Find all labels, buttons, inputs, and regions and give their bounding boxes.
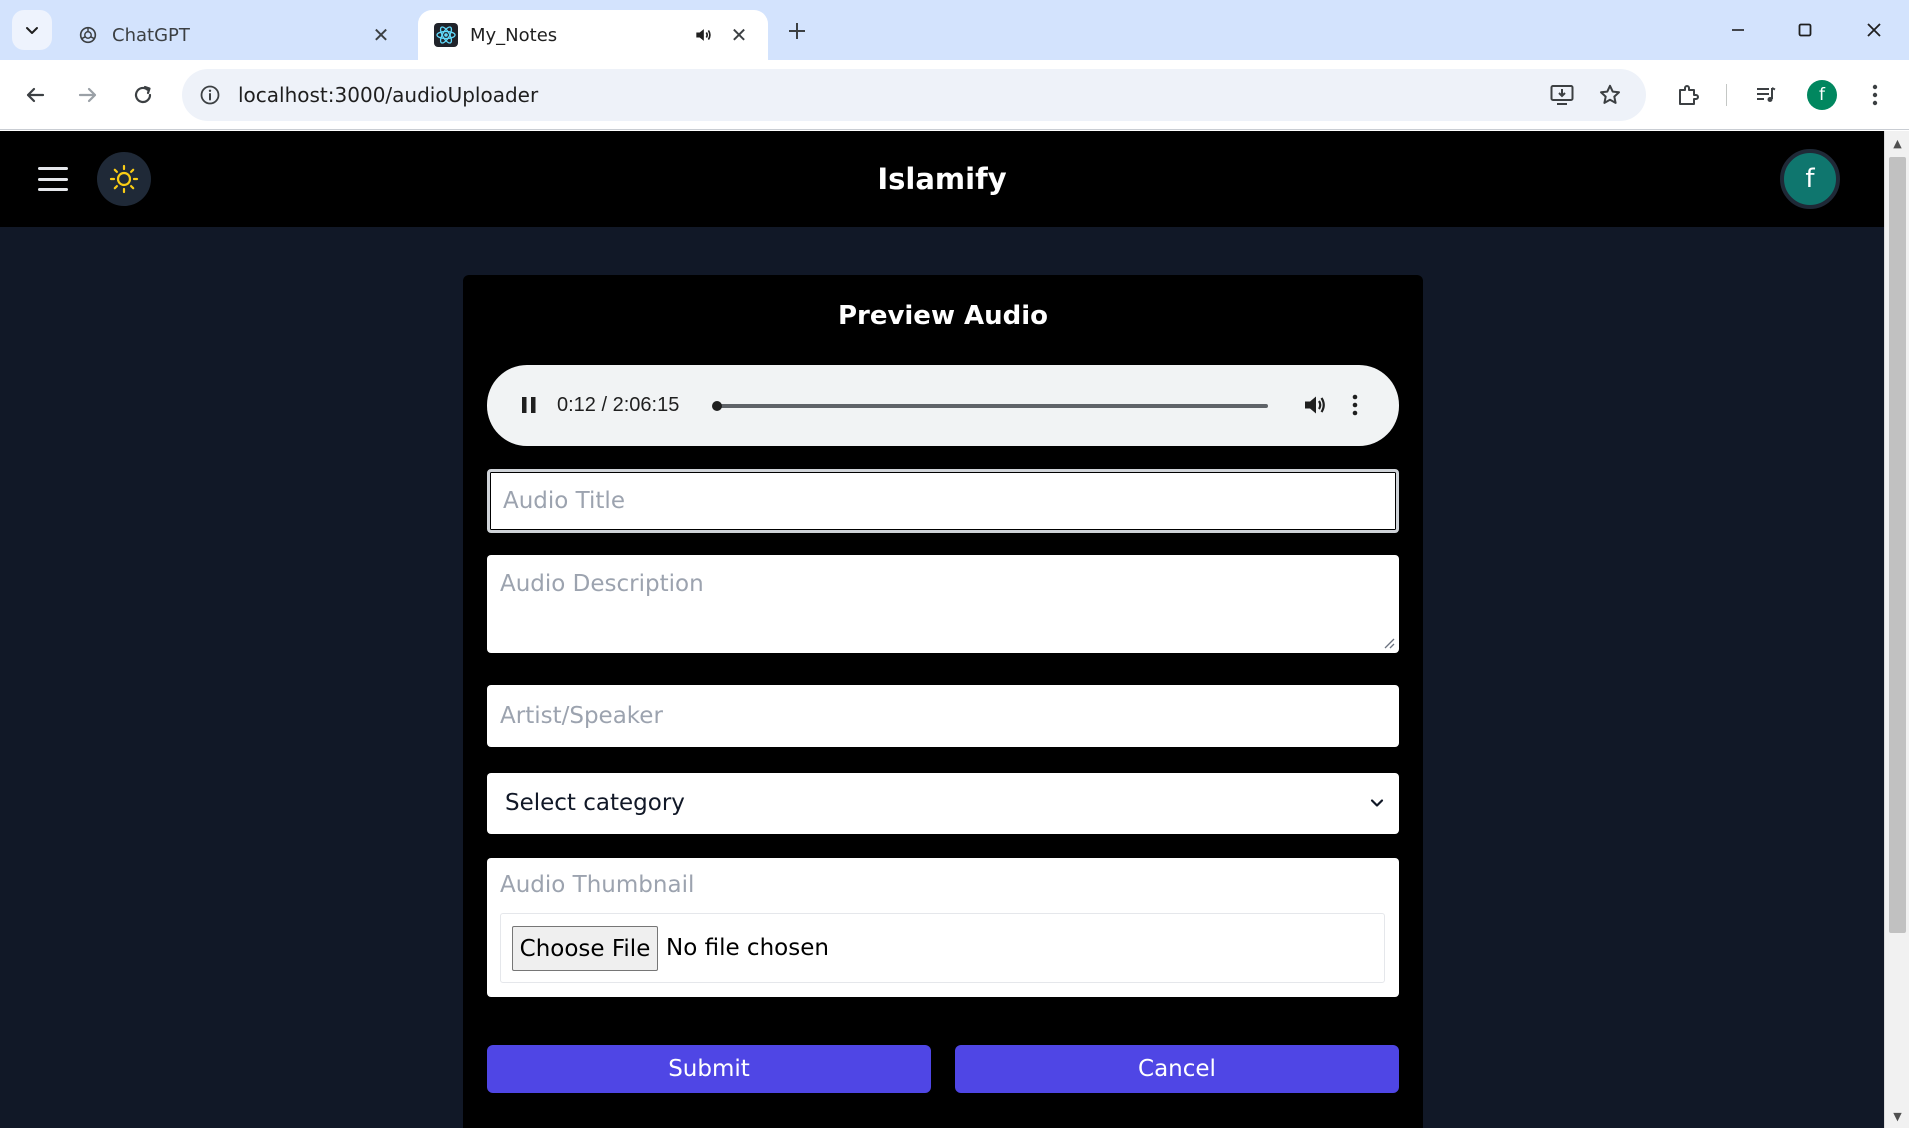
user-avatar[interactable]: f	[1780, 149, 1840, 209]
tab-title: ChatGPT	[112, 24, 190, 46]
page-viewport: Islamify f Preview Audio 0:12 / 2:06:15	[0, 131, 1884, 1128]
url-text[interactable]: localhost:3000/audioUploader	[238, 69, 538, 121]
scroll-up-arrow-icon[interactable]: ▲	[1885, 133, 1909, 153]
menu-icon[interactable]	[34, 161, 72, 197]
app-header: Islamify f	[0, 131, 1884, 227]
new-tab-button[interactable]	[780, 14, 814, 48]
tab-title: My_Notes	[470, 24, 558, 46]
tab-strip: ChatGPT ✕ My_Notes ✕	[0, 0, 1909, 60]
tab-audio-icon[interactable]	[690, 22, 716, 48]
reload-button[interactable]	[123, 75, 163, 115]
app-brand-title: Islamify	[877, 162, 1007, 196]
reload-icon	[134, 85, 152, 104]
close-window-button[interactable]	[1846, 10, 1902, 50]
choose-file-button[interactable]: Choose File	[512, 926, 658, 971]
form-title: Preview Audio	[837, 301, 1049, 331]
thumbnail-file-input[interactable]: Choose File No file chosen	[500, 913, 1385, 983]
volume-button[interactable]	[1297, 387, 1333, 423]
category-selected-value: Select category	[505, 790, 685, 816]
close-icon[interactable]: ✕	[726, 22, 752, 48]
close-icon	[1867, 23, 1881, 37]
bookmark-star-icon[interactable]	[1596, 81, 1624, 109]
theme-toggle-button[interactable]	[97, 152, 151, 206]
arrow-right-icon	[78, 87, 97, 103]
minimize-icon	[1732, 29, 1744, 31]
resize-handle-icon[interactable]	[1381, 635, 1395, 649]
back-button[interactable]	[15, 75, 55, 115]
pause-button[interactable]	[511, 387, 547, 423]
react-icon	[434, 23, 458, 47]
chatgpt-icon	[76, 23, 100, 47]
sun-icon	[109, 164, 139, 194]
install-app-icon[interactable]	[1548, 81, 1576, 109]
address-bar[interactable]: localhost:3000/audioUploader	[182, 69, 1646, 121]
browser-toolbar: localhost:3000/audioUploader f	[0, 60, 1909, 130]
plus-icon	[789, 23, 805, 39]
audio-seek-thumb[interactable]	[712, 401, 722, 411]
arrow-left-icon	[26, 87, 45, 103]
audio-thumbnail-field: Audio Thumbnail Choose File No file chos…	[487, 858, 1399, 997]
audio-upload-form: Preview Audio 0:12 / 2:06:15 Audio Title…	[463, 275, 1423, 1128]
browser-chrome: ChatGPT ✕ My_Notes ✕ localhost:3000/audi…	[0, 0, 1909, 130]
extensions-icon[interactable]	[1668, 75, 1708, 115]
browser-menu-icon[interactable]	[1855, 75, 1895, 115]
chevron-down-icon	[1365, 791, 1389, 815]
maximize-icon	[1798, 23, 1812, 37]
artist-speaker-input[interactable]	[487, 685, 1399, 747]
audio-time: 0:12 / 2:06:15	[557, 394, 680, 416]
audio-description-input[interactable]	[487, 555, 1399, 653]
category-select[interactable]: Select category	[487, 773, 1399, 834]
audio-title-input[interactable]	[487, 469, 1399, 533]
chevron-down-icon	[26, 27, 38, 34]
tab-my-notes[interactable]: My_Notes ✕	[418, 10, 768, 60]
scrollbar-thumb[interactable]	[1889, 157, 1906, 933]
more-vertical-icon	[1352, 394, 1358, 416]
thumbnail-label: Audio Thumbnail	[500, 872, 695, 898]
maximize-button[interactable]	[1777, 10, 1833, 50]
scroll-down-arrow-icon[interactable]: ▼	[1885, 1106, 1909, 1126]
browser-profile-avatar[interactable]: f	[1807, 80, 1837, 110]
minimize-button[interactable]	[1710, 10, 1766, 50]
tab-search-button[interactable]	[12, 10, 52, 50]
site-info-icon[interactable]	[196, 81, 224, 109]
close-icon[interactable]: ✕	[368, 22, 394, 48]
audio-options-button[interactable]	[1343, 387, 1367, 423]
cancel-button[interactable]: Cancel	[955, 1045, 1399, 1093]
audio-player[interactable]: 0:12 / 2:06:15	[487, 365, 1399, 446]
audio-seek-bar[interactable]	[712, 401, 1268, 411]
file-status-text: No file chosen	[666, 935, 829, 961]
page-scrollbar[interactable]: ▲ ▼	[1884, 131, 1909, 1128]
tab-chatgpt[interactable]: ChatGPT ✕	[60, 10, 410, 60]
forward-button[interactable]	[68, 75, 108, 115]
toolbar-divider	[1726, 84, 1727, 106]
submit-button[interactable]: Submit	[487, 1045, 931, 1093]
media-controls-icon[interactable]	[1746, 75, 1786, 115]
pause-icon	[522, 397, 536, 413]
volume-icon	[1305, 396, 1325, 414]
